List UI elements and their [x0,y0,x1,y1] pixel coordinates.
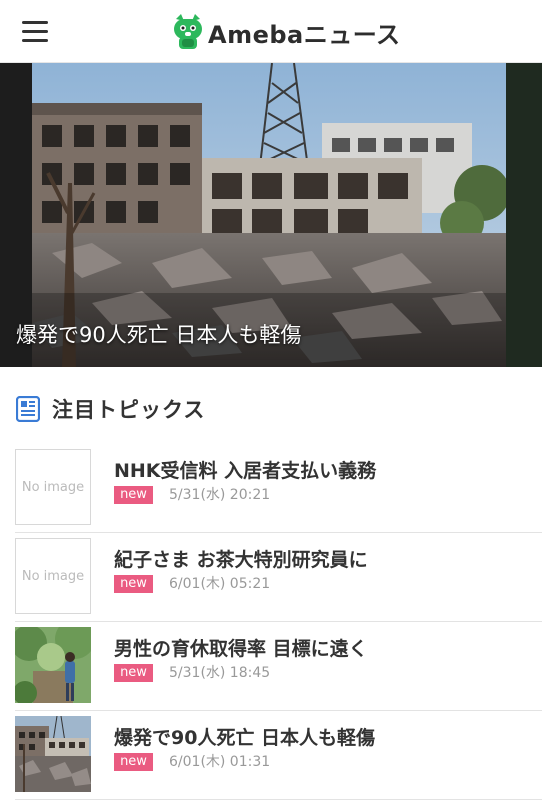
hero-article[interactable]: 爆発で90人死亡 日本人も軽傷 [0,63,542,367]
topic-title: 男性の育休取得率 目標に遠く [114,638,368,660]
topic-thumbnail [15,627,91,703]
hero-caption: 爆発で90人死亡 日本人も軽傷 [16,323,302,347]
topic-time: 5/31(水) 20:21 [169,487,271,503]
no-image-thumbnail: No image [15,538,91,614]
topic-time: 5/31(水) 18:45 [169,665,271,681]
section-title: 注目トピックス [52,398,206,422]
new-badge: new [114,753,153,771]
topic-time: 6/01(木) 05:21 [169,576,271,592]
ameba-news-logo[interactable]: Amebaニュース [172,12,401,52]
section-header: 注目トピックス [16,392,205,426]
no-image-thumbnail: No image [15,449,91,525]
topic-title: 紀子さま お茶大特別研究員に [114,549,368,571]
new-badge: new [114,486,153,504]
topic-item[interactable]: No image 紀子さま お茶大特別研究員に new 6/01(木) 05:2… [15,533,542,622]
topic-title: NHK受信料 入居者支払い義務 [114,460,377,482]
ameba-pig-icon [174,14,202,49]
topic-title: 爆発で90人死亡 日本人も軽傷 [114,727,376,749]
newspaper-icon [16,396,40,422]
no-image-text: No image [21,479,85,495]
topic-item[interactable]: 爆発で90人死亡 日本人も軽傷 new 6/01(木) 01:31 [15,711,542,800]
logo-text: Amebaニュース [208,20,401,49]
hamburger-menu-icon[interactable] [22,21,48,43]
new-badge: new [114,575,153,593]
new-badge: new [114,664,153,682]
topic-time: 6/01(木) 01:31 [169,754,271,770]
topic-item[interactable]: No image NHK受信料 入居者支払い義務 new 5/31(水) 20:… [15,444,542,533]
hero-side-right [506,63,542,367]
app-header: Amebaニュース [0,0,542,63]
no-image-text: No image [21,568,85,584]
topic-thumbnail [15,716,91,792]
topic-item[interactable]: 男性の育休取得率 目標に遠く new 5/31(水) 18:45 [15,622,542,711]
